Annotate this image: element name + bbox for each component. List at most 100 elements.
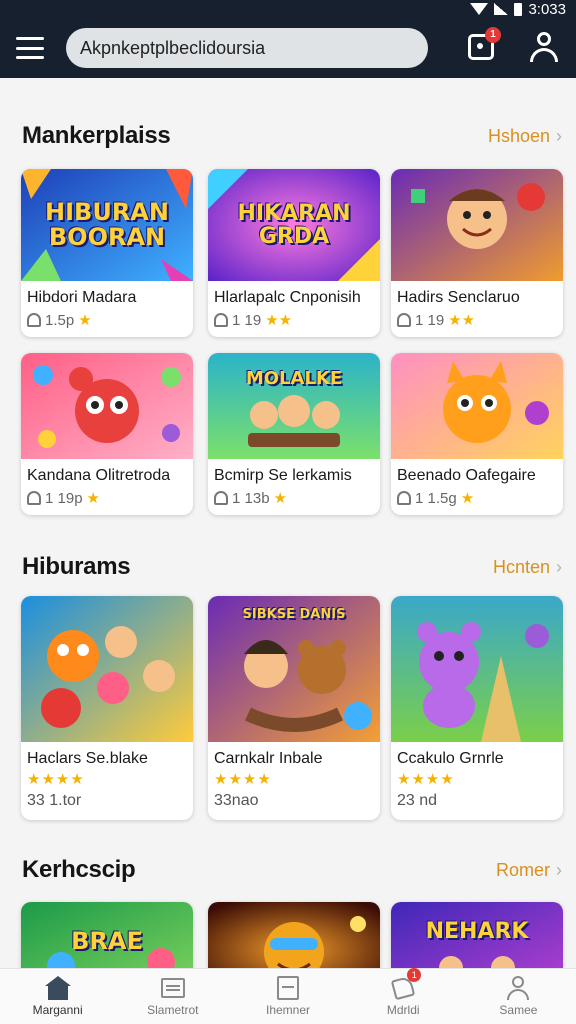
home-icon <box>44 976 71 1000</box>
star-rating: ★★★★ <box>27 771 85 788</box>
search-input[interactable] <box>80 37 414 59</box>
game-card[interactable]: BRAE <box>21 902 193 968</box>
nav-home[interactable]: Marganni <box>0 969 115 1024</box>
see-more-label: Romer <box>495 859 550 880</box>
cart-badge: 1 <box>485 27 501 43</box>
nav-store[interactable]: Slametrot <box>115 969 230 1024</box>
see-more-link[interactable]: Hcnten › <box>493 557 562 578</box>
game-thumbnail <box>391 353 563 459</box>
user-icon[interactable] <box>530 32 558 64</box>
section-title: Hiburams <box>22 553 131 580</box>
star-icon: ★ <box>273 490 287 507</box>
card-title: Hadirs Senclaruo <box>397 289 520 306</box>
game-card[interactable]: Ccakulo Grnrle ★★★★ 23 nd <box>391 596 563 820</box>
nav-label: Ihemner <box>265 1003 311 1017</box>
download-count: 33nao <box>214 792 259 809</box>
nav-label: Mdrldi <box>386 1003 420 1017</box>
game-thumbnail: BRAE <box>21 902 193 968</box>
battery-icon <box>514 2 523 16</box>
game-card[interactable]: HIBURAN BOORAN Hibdori Madara 1.5p ★ <box>21 169 193 337</box>
thumb-art-text: BRAE <box>71 927 143 956</box>
game-card[interactable]: Kandana Olitretroda 1 19p ★ <box>21 353 193 515</box>
card-title: Hlarlapalc Cnponisih <box>214 289 361 306</box>
game-card[interactable]: Hadirs Senclaruo 1 19 ★★ <box>391 169 563 337</box>
rating-value: 1 19 <box>415 311 445 329</box>
download-icon <box>27 491 41 505</box>
thumb-art-text: SIBKSE DANIS <box>242 607 346 623</box>
card-title: Beenado Oafegaire <box>397 467 536 484</box>
search-bar[interactable] <box>66 28 428 68</box>
status-bar: 3:033 <box>0 0 576 18</box>
thumb-art-text: MOLALKE <box>245 367 343 389</box>
nav-label: Marganni <box>32 1003 83 1017</box>
card-title: Bcmirp Se lerkamis <box>214 467 352 484</box>
see-more-link[interactable]: Romer › <box>496 860 562 881</box>
star-icon: ★★ <box>448 312 476 329</box>
card-meta: 1 19 ★★ <box>391 307 563 337</box>
nav-profile[interactable]: Samee <box>461 969 576 1024</box>
nav-tags[interactable]: 1 Mdrldi <box>346 968 461 1024</box>
see-more-label: Hcnten <box>492 556 550 577</box>
rating-value: 1 13b <box>232 489 270 507</box>
star-rating: ★★★★ <box>214 771 272 788</box>
section-header-2: Hiburams Hcnten › <box>22 553 562 581</box>
see-more-link[interactable]: Hshoen › <box>488 126 562 147</box>
card-meta: 1 19p ★ <box>21 485 193 515</box>
download-icon <box>397 313 411 327</box>
nav-badge: 1 <box>407 968 422 982</box>
game-card[interactable]: MOLALKE Bcmirp Se lerkamis 1 13b ★ <box>208 353 380 515</box>
star-icon: ★★ <box>265 312 293 329</box>
signal-icon <box>494 3 509 15</box>
section-title: Kerhcscip <box>22 856 136 883</box>
store-icon <box>160 976 185 1000</box>
thumb-art-text: HIKARAN GRDA <box>237 200 351 249</box>
game-thumbnail: MOLALKE <box>208 353 380 459</box>
game-card[interactable]: HIKARAN GRDA Hlarlapalc Cnponisih 1 19 ★★ <box>208 169 380 337</box>
game-thumbnail <box>21 353 193 459</box>
app-bar: 1 <box>0 18 576 78</box>
bottom-navigation: Marganni Slametrot Ihemner 1 Mdrldi Same… <box>0 968 576 1024</box>
thumb-art-text: NEHARK <box>425 919 529 945</box>
download-icon <box>397 491 411 505</box>
see-more-label: Hshoen <box>487 125 550 146</box>
game-thumbnail <box>391 169 563 281</box>
download-icon <box>27 313 41 327</box>
game-card[interactable]: NEHARK <box>391 902 563 968</box>
section-header-3: Kerhcscip Romer › <box>22 856 562 884</box>
game-thumbnail <box>208 902 380 968</box>
star-icon: ★ <box>460 490 475 507</box>
game-card[interactable] <box>208 902 380 968</box>
card-title: Haclars Se.blake <box>27 750 148 767</box>
game-thumbnail: SIBKSE DANIS <box>208 596 380 742</box>
bag-icon[interactable]: 1 <box>468 27 501 60</box>
profile-icon <box>506 976 530 1000</box>
thumb-art-text: HIBURAN BOORAN <box>45 197 169 251</box>
section-header-1: Mankerplaiss Hshoen › <box>22 122 562 150</box>
nav-label: Slametrot <box>147 1003 199 1017</box>
star-icon: ★ <box>78 312 92 329</box>
game-thumbnail: HIBURAN BOORAN <box>21 169 193 281</box>
card-meta: 1.5p ★ <box>21 307 193 337</box>
game-thumbnail <box>21 596 193 742</box>
card-title: Hibdori Madara <box>27 289 137 306</box>
game-card[interactable]: Haclars Se.blake ★★★★ 33 1.tor <box>21 596 193 820</box>
status-time: 3:033 <box>528 0 566 18</box>
download-icon <box>214 313 228 327</box>
card-meta: 1 19 ★★ <box>208 307 380 337</box>
download-count: 23 nd <box>397 792 438 809</box>
card-meta: 1 1.5g ★ <box>391 485 563 515</box>
menu-icon[interactable] <box>16 37 44 59</box>
game-card[interactable]: Beenado Oafegaire 1 1.5g ★ <box>391 353 563 515</box>
main-content: Mankerplaiss Hshoen › HIBURAN BOORAN Hibdo… <box>0 78 576 968</box>
download-icon <box>214 491 228 505</box>
rating-value: 1 1.5g <box>415 489 457 507</box>
card-title: Carnkalr Inbale <box>214 750 323 767</box>
star-rating: ★★★★ <box>397 771 455 788</box>
card-meta: 1 13b ★ <box>208 485 380 515</box>
game-card[interactable]: SIBKSE DANIS Carnkalr Inbale ★★★★ 33nao <box>208 596 380 820</box>
tag-icon: 1 <box>390 968 422 1001</box>
rating-value: 1 19p <box>45 489 83 507</box>
game-thumbnail: HIKARAN GRDA <box>208 169 380 281</box>
nav-documents[interactable]: Ihemner <box>230 969 345 1024</box>
game-thumbnail <box>391 596 563 742</box>
